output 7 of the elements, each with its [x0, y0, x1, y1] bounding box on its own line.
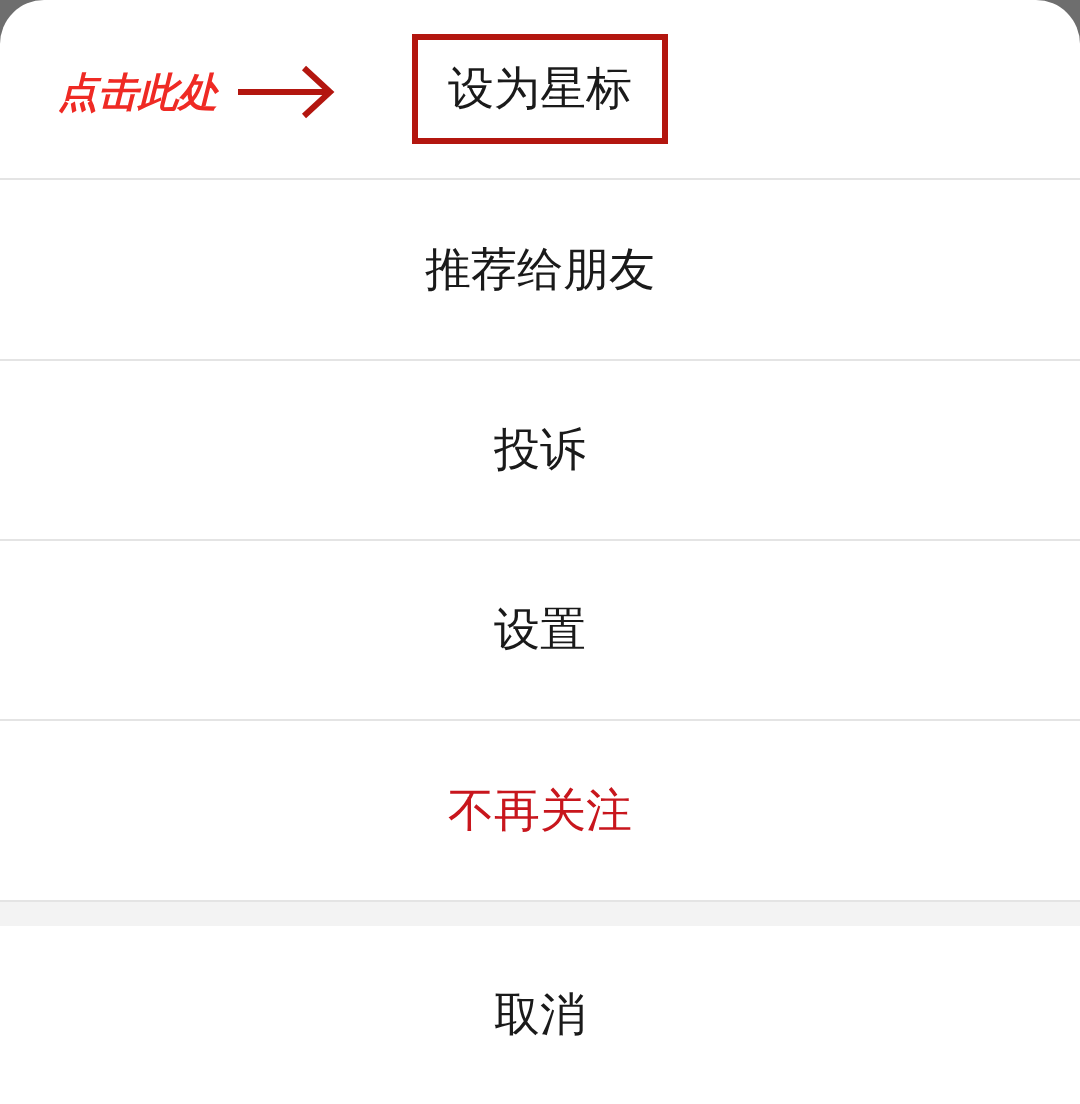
menu-item[interactable]: 设置 [464, 581, 616, 680]
menu-item[interactable]: 设为星标 [412, 34, 668, 145]
menu-item[interactable]: 推荐给朋友 [395, 220, 685, 319]
annotation-label: 点击此处 [58, 67, 218, 117]
menu-item[interactable]: 投诉 [464, 400, 616, 499]
menu-item[interactable]: 不再关注 [418, 761, 662, 860]
cancel-button[interactable]: 取消 [464, 965, 616, 1064]
